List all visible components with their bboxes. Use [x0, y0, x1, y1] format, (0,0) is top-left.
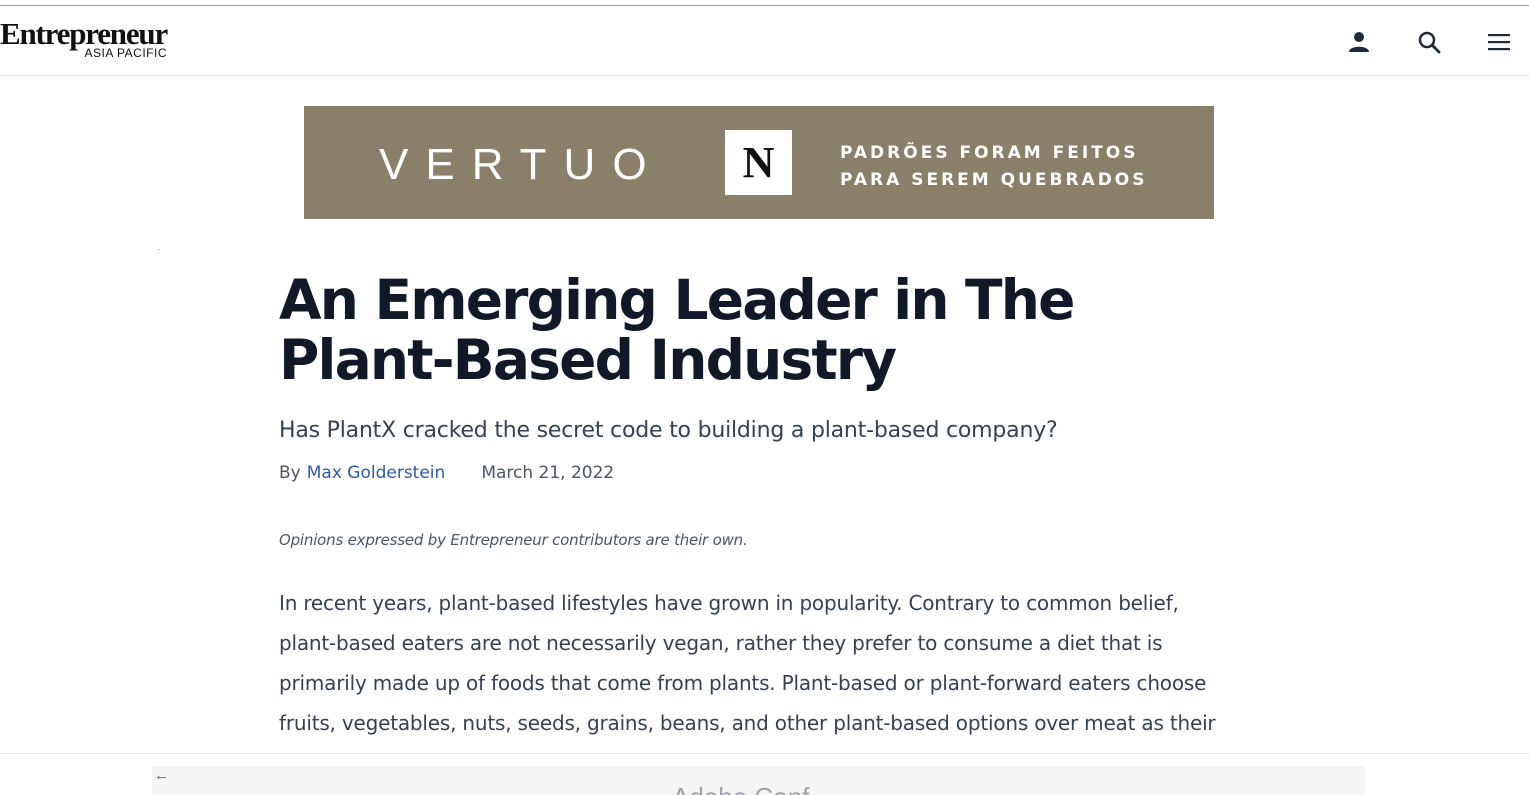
nespresso-logo: N — [725, 130, 792, 195]
user-icon[interactable] — [1345, 28, 1373, 56]
menu-icon[interactable] — [1485, 28, 1513, 56]
article-title: An Emerging Leader in The Plant-Based In… — [279, 268, 1075, 392]
search-icon[interactable] — [1415, 28, 1443, 56]
bottom-ad[interactable]: ← Adobe Conf... — [152, 766, 1365, 795]
divider-dot — [158, 249, 160, 250]
author-link[interactable]: Max Golderstein — [307, 463, 446, 483]
ad-brand-text: VERTUO — [379, 140, 664, 189]
logo-main-text: Entrepreneur — [0, 16, 168, 51]
entrepreneur-logo[interactable]: Entrepreneur ASIA PACIFIC — [0, 16, 168, 59]
byline-by-label: By — [279, 463, 301, 483]
site-header: Entrepreneur ASIA PACIFIC — [0, 6, 1529, 76]
back-arrow-icon[interactable]: ← — [154, 768, 170, 784]
article-subtitle: Has PlantX cracked the secret code to bu… — [279, 418, 1058, 443]
bottom-ad-text: Adobe Conf... — [672, 782, 831, 795]
ad-tagline-line2: PARA SEREM QUEBRADOS — [840, 170, 1148, 190]
publish-date: March 21, 2022 — [481, 463, 615, 483]
ad-tagline: PADRÕES FORAM FEITOS PARA SEREM QUEBRADO… — [840, 140, 1148, 194]
ad-banner[interactable]: VERTUO N PADRÕES FORAM FEITOS PARA SEREM… — [304, 106, 1214, 219]
byline: By Max Golderstein March 21, 2022 — [279, 463, 1229, 483]
ad-logo-letter: N — [742, 138, 775, 187]
opinion-disclaimer: Opinions expressed by Entrepreneur contr… — [279, 531, 748, 549]
bottom-ad-bar: ← Adobe Conf... — [0, 753, 1529, 795]
article-body: In recent years, plant-based lifestyles … — [279, 591, 1216, 735]
ad-tagline-line1: PADRÕES FORAM FEITOS — [840, 143, 1139, 163]
article: An Emerging Leader in The Plant-Based In… — [279, 270, 1229, 743]
